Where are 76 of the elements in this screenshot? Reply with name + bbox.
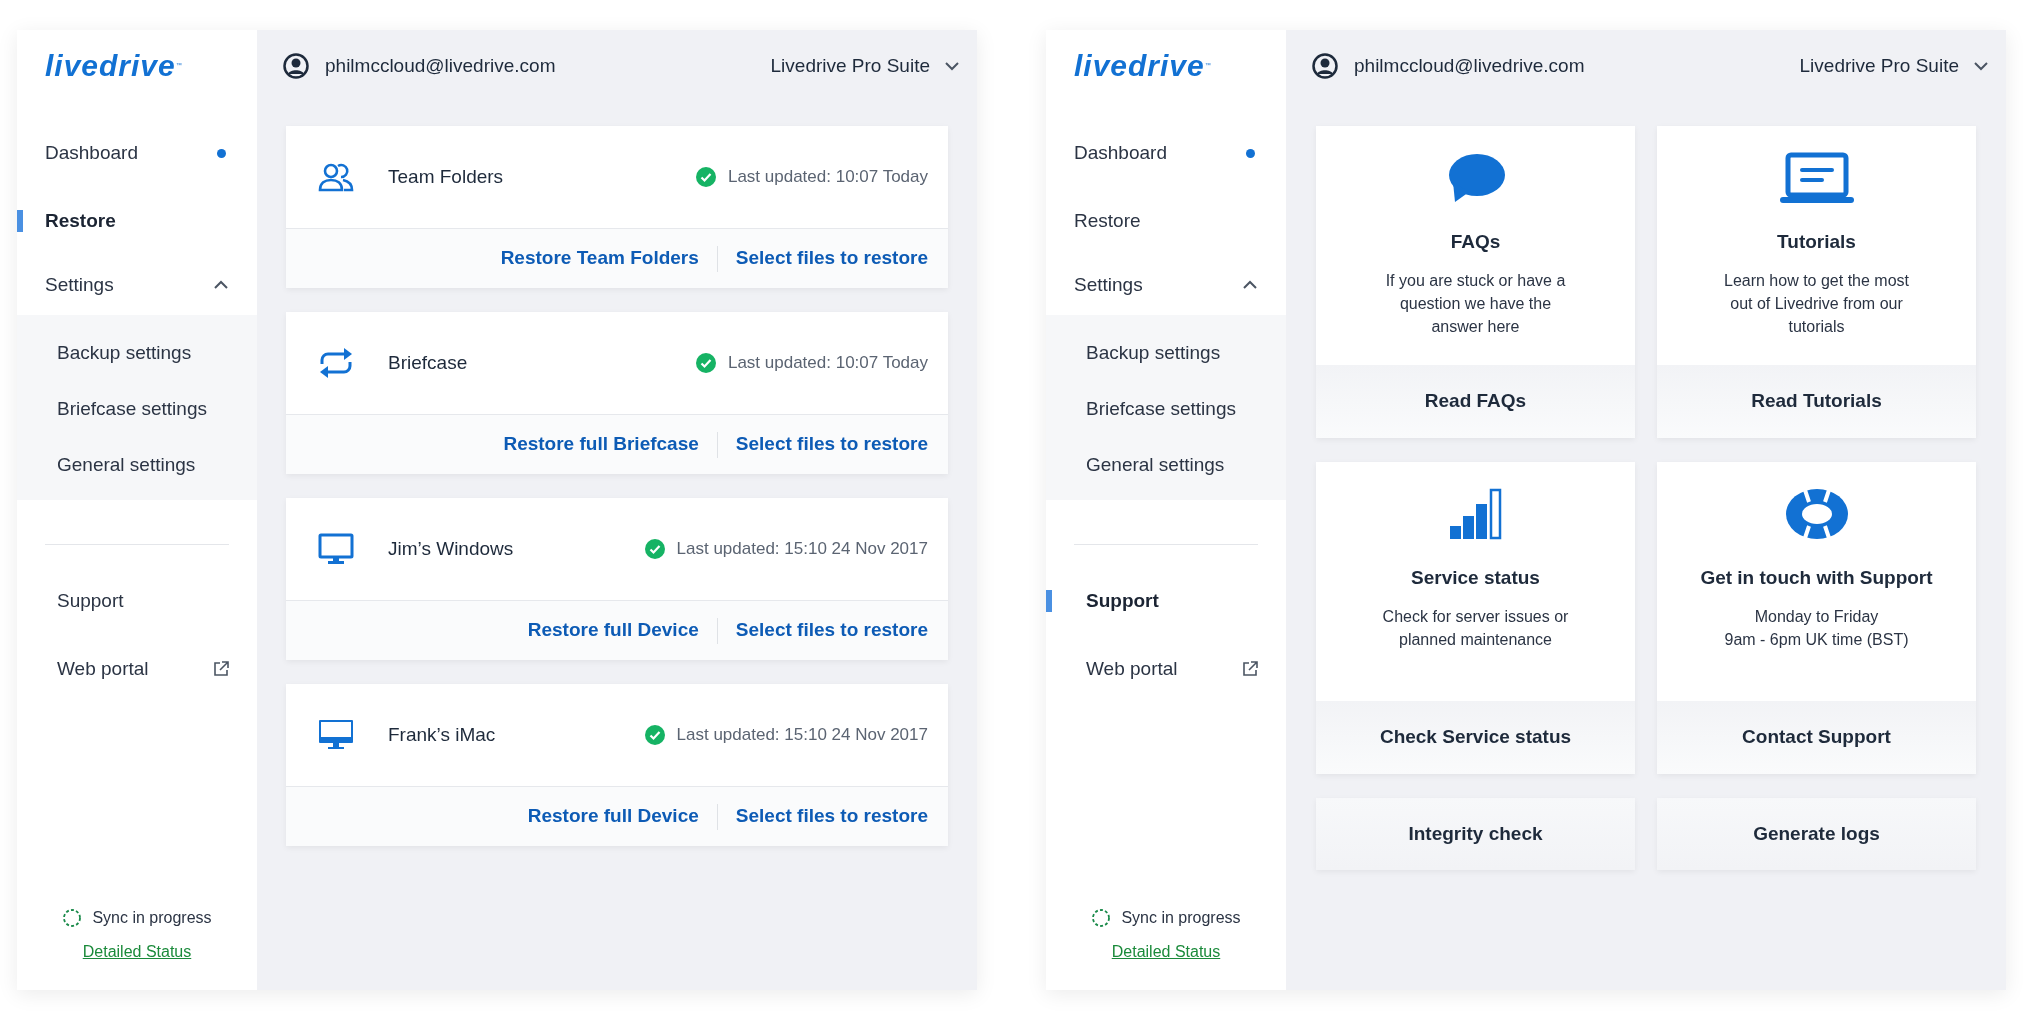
nav-item[interactable]: Support — [57, 586, 124, 616]
card-action-button[interactable]: Read FAQs — [1316, 365, 1635, 438]
card-title: Service status — [1411, 566, 1540, 590]
card-action-button[interactable]: Check Service status — [1316, 701, 1635, 774]
device-name: Team Folders — [388, 164, 504, 189]
device-name: Briefcase — [388, 350, 468, 375]
nav-item[interactable]: Briefcase settings — [57, 394, 207, 424]
logo: livedrive — [1074, 51, 1205, 81]
nav-item[interactable]: General settings — [57, 450, 196, 480]
check-icon — [644, 539, 665, 559]
nav-item[interactable]: Restore — [1074, 206, 1141, 236]
product-dropdown[interactable]: Livedrive Pro Suite — [1799, 51, 1989, 81]
nav-item[interactable]: Restore — [45, 206, 116, 236]
spinner-icon — [1091, 908, 1112, 928]
user-avatar-icon — [1312, 53, 1338, 79]
card-action-button[interactable]: Contact Support — [1657, 701, 1976, 774]
external-link-icon — [1242, 661, 1258, 677]
card-description: Check for server issues or planned maintenance — [1382, 606, 1569, 650]
last-updated: Last updated: 15:10 24 Nov 2017 — [676, 724, 928, 747]
chevron-down-icon — [1973, 61, 1989, 71]
detailed-status-link[interactable]: Detailed Status — [1111, 940, 1221, 964]
device-name: Frank’s iMac — [388, 722, 496, 747]
last-updated: Last updated: 10:07 Today — [727, 352, 928, 375]
bar-chart-icon — [1448, 488, 1503, 540]
nav-item[interactable]: Web portal — [57, 654, 149, 684]
restore-link[interactable]: Select files to restore — [735, 244, 928, 273]
restore-link[interactable]: Select files to restore — [735, 616, 928, 645]
check-icon — [695, 353, 716, 373]
card-description: Learn how to get the most out of Livedrive from our tutorials — [1724, 270, 1909, 337]
device-name: Jim’s Windows — [388, 536, 514, 561]
last-updated: Last updated: 10:07 Today — [727, 166, 928, 189]
nav-item[interactable]: Settings — [45, 270, 114, 300]
chevron-down-icon — [944, 61, 960, 71]
nav-item[interactable]: Dashboard — [45, 138, 138, 168]
detailed-status-link[interactable]: Detailed Status — [82, 940, 192, 964]
card-action-button[interactable]: Read Tutorials — [1657, 365, 1976, 438]
sync-status: Sync in progress — [92, 908, 212, 928]
nav-item[interactable]: Web portal — [1086, 654, 1178, 684]
nav-item[interactable]: Dashboard — [1074, 138, 1167, 168]
check-icon — [644, 725, 665, 745]
restore-link[interactable]: Select files to restore — [735, 430, 928, 459]
card-description: If you are stuck or have a question we have the answer here — [1385, 270, 1566, 337]
card-title: Tutorials — [1777, 230, 1856, 254]
product-dropdown[interactable]: Livedrive Pro Suite — [770, 51, 960, 81]
external-link-icon — [213, 661, 229, 677]
card-description: Monday to Friday 9am - 6pm UK time (BST) — [1724, 606, 1909, 650]
sync-status: Sync in progress — [1121, 908, 1241, 928]
restore-link[interactable]: Select files to restore — [735, 802, 928, 831]
monitor-icon — [318, 533, 354, 565]
users-icon — [318, 162, 354, 192]
nav-item[interactable]: Briefcase settings — [1086, 394, 1236, 424]
card-title: FAQs — [1450, 230, 1501, 254]
restore-link[interactable]: Restore full Device — [527, 616, 699, 645]
card-title: Get in touch with Support — [1700, 566, 1933, 590]
restore-link[interactable]: Restore full Device — [527, 802, 699, 831]
action-button[interactable]: Integrity check — [1316, 798, 1635, 870]
action-button[interactable]: Generate logs — [1657, 798, 1976, 870]
nav-item[interactable]: Settings — [1074, 270, 1143, 300]
spinner-icon — [62, 908, 83, 928]
speech-bubble-icon — [1446, 152, 1505, 204]
account-email: philmccloud@livedrive.com — [1354, 53, 1585, 78]
nav-item[interactable]: Backup settings — [57, 338, 192, 368]
logo: livedrive — [45, 51, 176, 81]
restore-link[interactable]: Restore full Briefcase — [503, 430, 699, 459]
check-icon — [695, 167, 716, 187]
imac-icon — [318, 719, 354, 751]
nav-item[interactable]: Support — [1086, 586, 1159, 616]
user-avatar-icon — [283, 53, 309, 79]
account-email: philmccloud@livedrive.com — [325, 53, 556, 78]
sync-icon — [318, 346, 354, 380]
nav-item[interactable]: Backup settings — [1086, 338, 1221, 368]
laptop-icon — [1779, 152, 1854, 204]
lifebuoy-icon — [1784, 488, 1849, 540]
last-updated: Last updated: 15:10 24 Nov 2017 — [676, 538, 928, 561]
restore-link[interactable]: Restore Team Folders — [500, 244, 699, 273]
nav-item[interactable]: General settings — [1086, 450, 1225, 480]
